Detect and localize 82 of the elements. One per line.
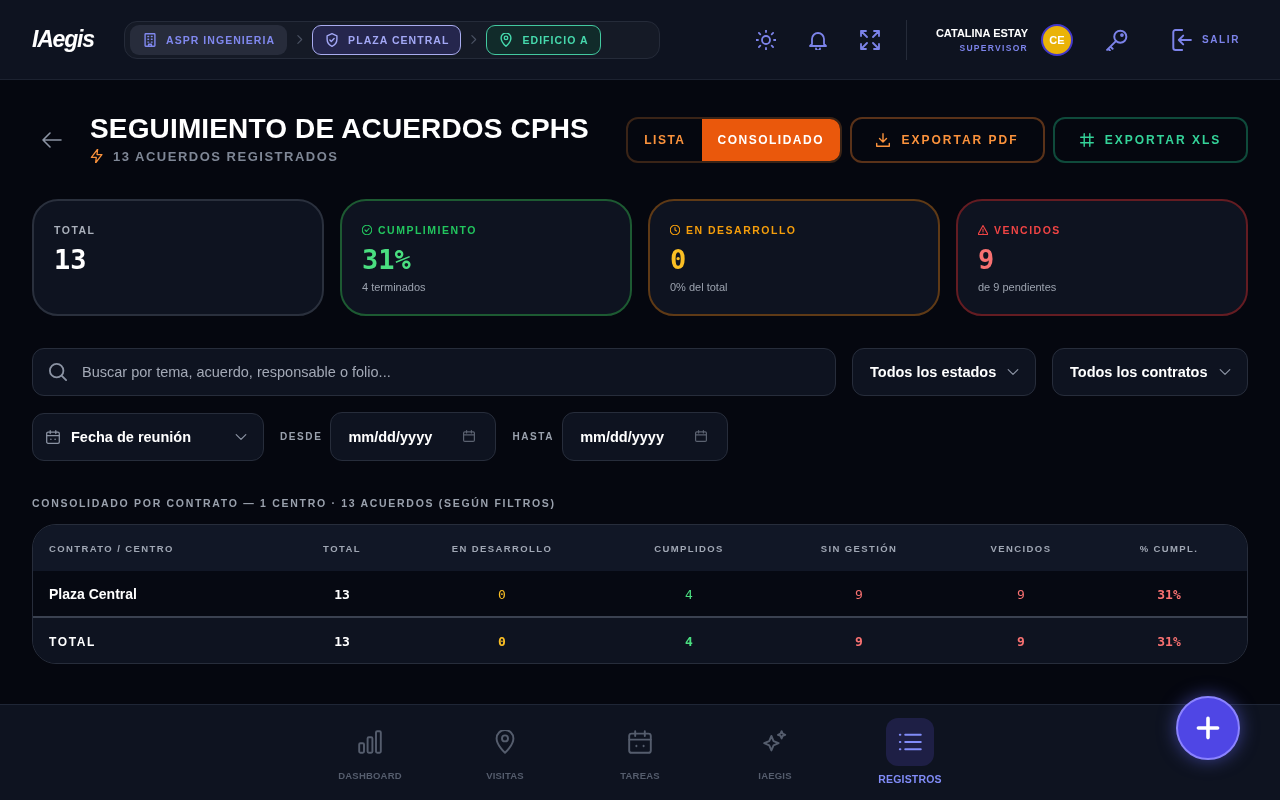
sun-icon	[755, 29, 776, 50]
export-button[interactable]: EXPORTAR PDF	[850, 117, 1045, 163]
stat-label: VENCIDOS	[994, 224, 1061, 236]
table-cell: Plaza Central	[49, 585, 137, 602]
table-cell: 9	[855, 586, 863, 602]
stat-value: 9	[978, 244, 995, 275]
status-dropdown[interactable]: Todos los estados	[852, 348, 1036, 396]
stat-label: CUMPLIMIENTO	[378, 224, 477, 236]
date-field[interactable]: mm/dd/yyyy	[562, 412, 729, 461]
expand-icon	[859, 29, 880, 50]
bell-icon	[807, 29, 828, 50]
view-tab[interactable]: LISTA	[628, 119, 702, 161]
sparkles-icon	[763, 730, 787, 754]
stat-value: 13	[54, 244, 87, 275]
column-header: TOTAL	[323, 542, 361, 554]
stat-label: EN DESARROLLO	[686, 224, 797, 236]
stat-note: 0% del total	[670, 281, 728, 293]
breadcrumb-item[interactable]: EDIFICIO A	[486, 24, 601, 55]
section-title: CONSOLIDADO POR CONTRATO — 1 CENTRO · 13 ACUERDOS (SEGÚN FILTROS)	[32, 497, 556, 509]
map-pin-icon	[493, 730, 517, 754]
key-icon	[1106, 28, 1128, 51]
calendar-icon	[46, 429, 60, 444]
table-cell: 0	[498, 633, 506, 649]
app-logo: IAegis	[32, 26, 94, 53]
breadcrumb-item[interactable]: ASPR INGENIERIA	[130, 24, 288, 55]
table-cell: 0	[498, 586, 506, 602]
column-header: SIN GESTIÓN	[820, 542, 898, 554]
table-cell: 4	[685, 633, 693, 649]
stat-value: 31%	[362, 244, 411, 275]
column-header: VENCIDOS	[990, 542, 1052, 554]
table-cell: 31%	[1157, 586, 1181, 602]
bar-chart-icon	[358, 730, 382, 754]
building-icon	[143, 32, 157, 47]
search-field[interactable]: Buscar por tema, acuerdo, responsable o folio...	[32, 348, 836, 396]
clock-icon	[670, 225, 680, 235]
stat-label: TOTAL	[54, 224, 96, 236]
date-label: DESDE	[280, 431, 323, 442]
table-cell: 4	[685, 586, 693, 602]
plus-icon	[1196, 716, 1220, 740]
stat-note: de 9 pendientes	[978, 281, 1057, 293]
shield-check-icon	[325, 32, 340, 47]
chevron-down-icon	[1219, 366, 1231, 378]
contract-dropdown[interactable]: Todos los contratos	[1052, 348, 1248, 396]
table-row[interactable]: Plaza Central 13 0 4 9 9 31%	[33, 571, 1247, 616]
grid-icon	[1079, 133, 1094, 147]
date-type-dropdown[interactable]: Fecha de reunión	[32, 412, 264, 461]
table-cell: 31%	[1157, 633, 1181, 649]
date-field[interactable]: mm/dd/yyyy	[330, 412, 497, 461]
calendar-icon	[463, 430, 476, 442]
stat-note: 4 terminados	[362, 281, 426, 293]
user-name: CATALINA ESTAY	[935, 26, 1028, 39]
download-icon	[876, 133, 891, 147]
table-cell: 13	[334, 586, 350, 602]
date-label: HASTA	[512, 431, 555, 442]
table-cell: TOTAL	[49, 634, 96, 649]
column-header: % CUMPL.	[1139, 542, 1199, 554]
table-cell: 9	[1017, 633, 1025, 649]
warning-icon	[978, 225, 988, 235]
lightning-icon	[90, 149, 104, 163]
nav-item[interactable]: REGISTROS	[842, 718, 978, 785]
map-pin-icon	[499, 32, 514, 47]
table-cell: 9	[1017, 586, 1025, 602]
logout-icon	[1170, 28, 1192, 51]
logout-button[interactable]: SALIR	[1170, 28, 1240, 51]
calendar-icon	[628, 730, 652, 754]
table-cell: 9	[855, 633, 863, 649]
column-header: CUMPLIDOS	[654, 542, 724, 554]
export-button[interactable]: EXPORTAR XLS	[1053, 117, 1248, 163]
chevron-down-icon	[1007, 366, 1019, 378]
table-cell: 13	[334, 633, 350, 649]
check-circle-icon	[362, 225, 372, 235]
column-header: EN DESARROLLO	[451, 542, 553, 554]
calendar-icon	[695, 430, 708, 442]
page-subtitle: 13 ACUERDOS REGISTRADOS	[113, 148, 339, 164]
breadcrumb-item[interactable]: PLAZA CENTRAL	[312, 24, 462, 55]
user-role: SUPERVISOR	[959, 42, 1028, 53]
column-header: CONTRATO / CENTRO	[49, 542, 174, 554]
list-icon	[886, 718, 934, 766]
page-title: SEGUIMIENTO DE ACUERDOS CPHS	[90, 112, 589, 145]
view-tab[interactable]: CONSOLIDADO	[701, 119, 840, 161]
stat-value: 0	[670, 244, 687, 275]
arrow-left-icon	[42, 130, 62, 150]
